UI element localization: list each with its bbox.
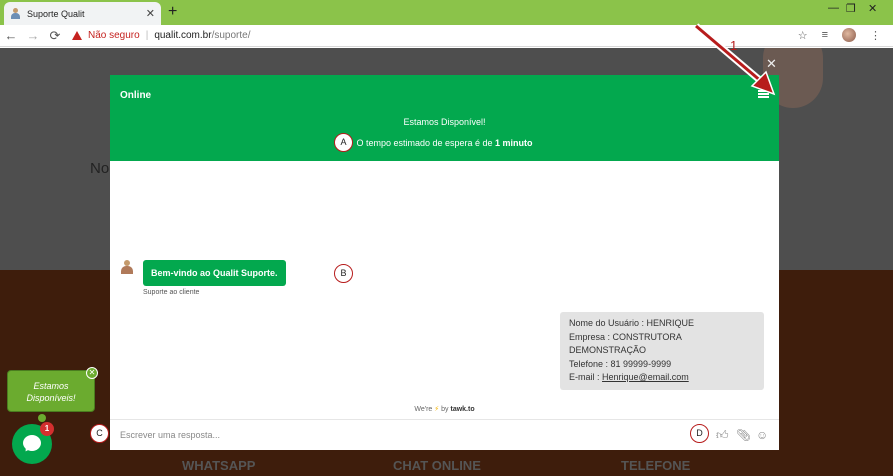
callout-b: B	[334, 264, 353, 283]
powered-by-word: by	[441, 406, 449, 413]
bookmark-star-icon[interactable]: ☆	[798, 29, 808, 42]
agent-label: Suporte ao cliente	[143, 289, 200, 296]
agent-avatar	[120, 260, 134, 274]
chat-bubble-icon	[23, 435, 41, 451]
wait-value: 1 minuto	[495, 138, 533, 148]
thumbs-up-icon[interactable]: 👍︎	[716, 428, 729, 443]
availability-popup[interactable]: Estamos Disponíveis! ✕	[7, 367, 98, 412]
message-input[interactable]	[110, 420, 670, 450]
back-button[interactable]: ←	[0, 28, 22, 43]
user-email-line: E-mail : Henrique@email.com	[569, 371, 755, 385]
wait-time-text: O tempo estimado de espera é de 1 minuto	[110, 138, 779, 148]
popup-line-1: Estamos	[33, 381, 69, 391]
omnibox[interactable]: Não seguro | qualit.com.br/suporte/	[72, 30, 250, 41]
browser-tab[interactable]: Suporte Qualit ✕	[4, 2, 161, 25]
chat-status: Online	[120, 90, 152, 101]
chat-window: Online Estamos Disponível! O tempo estim…	[110, 75, 779, 450]
wait-prefix: O tempo estimado de espera é de	[356, 138, 493, 148]
user-company-line: Empresa : CONSTRUTORA DEMONSTRAÇÃO	[569, 331, 682, 356]
not-secure-label[interactable]: Não seguro	[88, 30, 140, 41]
reading-list-icon[interactable]: ≡	[822, 29, 828, 41]
footer-chat-online[interactable]: CHAT ONLINE	[393, 458, 481, 473]
tab-close-icon[interactable]: ✕	[146, 7, 155, 20]
attachment-icon[interactable]: 📎︎	[736, 428, 751, 442]
tawk-brand: tawk.to	[450, 406, 475, 413]
unread-badge: 1	[40, 422, 54, 436]
email-link[interactable]: Henrique@email.com	[602, 372, 689, 382]
callout-c: C	[90, 424, 109, 443]
footer-whatsapp[interactable]: WHATSAPP	[182, 458, 255, 473]
toolbar-right: ☆ ≡ ⋮	[798, 28, 881, 42]
restore-button[interactable]: ❐	[846, 2, 856, 15]
url-path: /suporte/	[211, 30, 251, 41]
profile-avatar[interactable]	[842, 28, 856, 42]
url-host: qualit.com.br	[154, 30, 212, 41]
email-label: E-mail :	[569, 372, 600, 382]
annotation-arrow-icon	[693, 23, 776, 96]
footer-telefone[interactable]: TELEFONE	[621, 458, 690, 473]
powered-by[interactable]: We're ⚡ by tawk.to	[110, 405, 779, 413]
window-close-button[interactable]: ✕	[868, 2, 877, 15]
user-phone-line: Telefone : 81 99999-9999	[569, 358, 672, 369]
popup-line-2: Disponíveis!	[26, 393, 76, 403]
tab-title: Suporte Qualit	[27, 8, 85, 19]
callout-a: A	[334, 133, 353, 152]
warning-icon	[72, 31, 82, 40]
chat-launcher-button[interactable]: 1	[12, 422, 54, 464]
popup-close-icon[interactable]: ✕	[86, 367, 98, 379]
browser-menu-icon[interactable]: ⋮	[870, 29, 881, 42]
message-composer: 👍︎ 📎︎ ☺	[110, 419, 779, 450]
url-separator: |	[145, 30, 149, 41]
availability-text: Estamos Disponível!	[403, 117, 486, 127]
user-message-bubble: Nome do Usuário : HENRIQUE Empresa : CON…	[560, 312, 764, 390]
agent-message-bubble: Bem-vindo ao Qualit Suporte.	[143, 260, 286, 286]
favicon-icon	[10, 8, 21, 19]
minimize-button[interactable]: —	[828, 2, 839, 14]
annotation-number: 1	[730, 38, 738, 53]
reload-button[interactable]: ⟳	[44, 28, 66, 44]
forward-button[interactable]: →	[22, 28, 44, 43]
new-tab-button[interactable]: +	[168, 3, 177, 21]
popup-pointer	[38, 414, 46, 422]
bolt-icon: ⚡	[434, 406, 440, 413]
page-heading-partial: No	[90, 160, 110, 177]
emoji-icon[interactable]: ☺	[756, 428, 768, 442]
user-name-line: Nome do Usuário : HENRIQUE	[569, 318, 695, 328]
powered-prefix: We're	[414, 406, 433, 413]
chat-header: Online Estamos Disponível! O tempo estim…	[110, 75, 779, 161]
url-text[interactable]: qualit.com.br/suporte/	[154, 30, 250, 41]
callout-d: D	[690, 424, 709, 443]
